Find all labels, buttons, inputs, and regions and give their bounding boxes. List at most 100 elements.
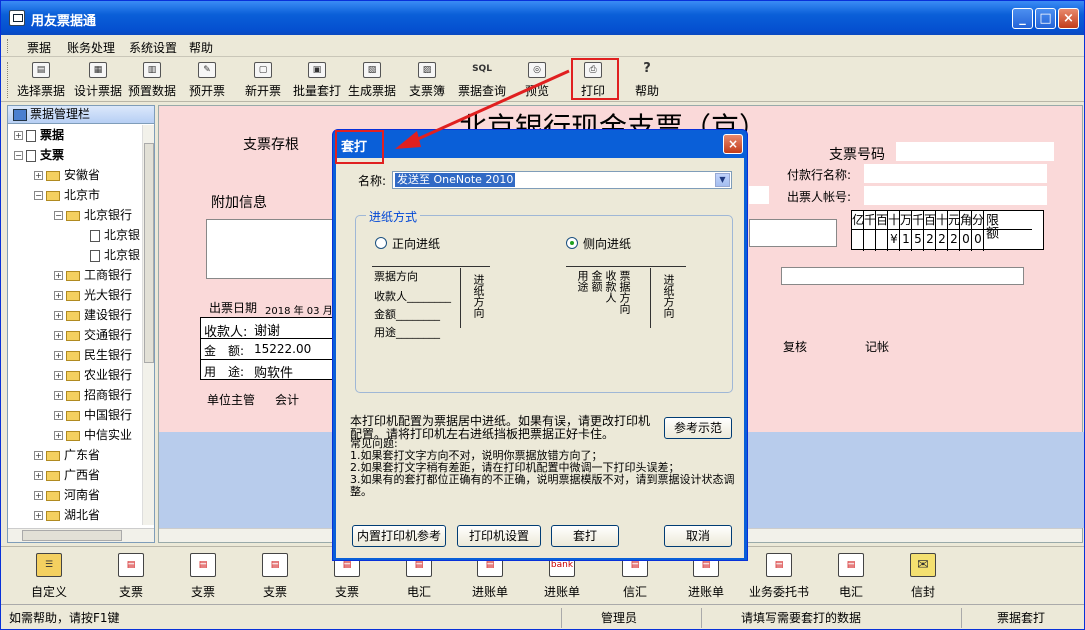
side-feed-diagram: 用途 金额 收款人 票据方向 进纸方向 — [566, 264, 686, 346]
status-user: 管理员 — [601, 611, 638, 625]
minimize-button[interactable]: _ — [1012, 8, 1033, 29]
cheque-icon: ▤ — [190, 553, 216, 577]
menu-help[interactable]: 帮助 — [189, 39, 213, 56]
cancel-button[interactable]: 取消 — [664, 525, 732, 547]
extra-info-label: 附加信息 — [211, 195, 267, 211]
front-feed-radio[interactable] — [375, 237, 387, 249]
batch-print-button[interactable]: ▣ 批量套打 — [293, 62, 341, 100]
help-button[interactable]: ? 帮助 — [635, 62, 659, 100]
menu-accounting[interactable]: 账务处理 — [67, 39, 115, 56]
payee-value: 谢谢 — [254, 324, 281, 339]
bill-manager-panel: 票据管理栏 + 票据 − 支票 + 安徽省 − 北京市 − 北京银行 北京银 北京银 + 工… — [7, 105, 155, 543]
title-bar: 用友票据通 _ □ × — [1, 1, 1084, 35]
faq-section: 常见问题: 1.如果套打文字方向不对，说明你票据放错方向了； 2.如果套打文字稍… — [350, 438, 735, 498]
help-icon: ? — [643, 61, 651, 76]
tree-vertical-scrollbar[interactable] — [142, 125, 154, 525]
amount-grid: 亿 千 百 十 万 千 百 十 元 角 分 ¥ 1 5 2 2 2 0 0 限额 — [851, 210, 1044, 251]
tree-item[interactable]: + 建设银行 — [54, 306, 132, 324]
tree-item[interactable]: − 北京银行 — [54, 206, 132, 224]
dialog-body: 名称: 发送至 OneNote 2010 ▼ 进纸方式 正向进纸 侧向进纸 票据… — [336, 158, 744, 558]
tree-item[interactable]: 北京银 — [90, 246, 140, 264]
bill-type-wire[interactable]: ▤ 电汇 — [838, 553, 864, 600]
entrust-icon: ▤ — [766, 553, 792, 577]
issue-date-value: 2018 年 03 月 — [265, 306, 333, 317]
stub-table: 收款人: 谢谢 金 额: 15222.00 用 途: 购软件 — [200, 317, 334, 381]
tree-item[interactable]: + 光大银行 — [54, 286, 132, 304]
dialog-close-button[interactable]: × — [723, 134, 743, 154]
bill-type-entrust[interactable]: ▤ 业务委托书 — [749, 553, 809, 600]
tree-item[interactable]: 北京银 — [90, 226, 140, 244]
front-feed-diagram: 票据方向 收款人________ 金额________ 用途________ 进… — [372, 264, 490, 346]
tree-item[interactable]: + 招商银行 — [54, 386, 132, 404]
select-bill-button[interactable]: ▤ 选择票据 — [17, 62, 65, 100]
printer-name-label: 名称: — [358, 174, 387, 188]
limit-label: 限额 — [983, 213, 998, 239]
date-field[interactable] — [749, 186, 769, 204]
side-feed-label[interactable]: 侧向进纸 — [583, 235, 631, 252]
amount-words-field[interactable] — [749, 219, 837, 247]
front-feed-label[interactable]: 正向进纸 — [392, 235, 440, 252]
tree-item[interactable]: + 湖北省 — [34, 506, 100, 524]
tree-item[interactable]: + 河南省 — [34, 486, 100, 504]
preset-data-icon: ▥ — [143, 62, 161, 78]
overprint-dialog: 套打 × 名称: 发送至 OneNote 2010 ▼ 进纸方式 正向进纸 侧向… — [332, 129, 748, 561]
cheque-icon: ▤ — [262, 553, 288, 577]
design-bill-button[interactable]: ▦ 设计票据 — [74, 62, 122, 100]
printer-settings-button[interactable]: 打印机设置 — [457, 525, 541, 547]
maximize-button[interactable]: □ — [1035, 8, 1056, 29]
feed-method-label: 进纸方式 — [366, 208, 421, 225]
status-hint: 请填写需要套打的数据 — [741, 611, 862, 625]
wire-icon: ▤ — [838, 553, 864, 577]
builtin-printer-ref-button[interactable]: 内置打印机参考 — [352, 525, 446, 547]
menu-bills[interactable]: 票据 — [27, 39, 51, 56]
reviewer-label: 复核 — [783, 340, 808, 354]
app-icon — [9, 10, 25, 26]
tree-item[interactable]: + 农业银行 — [54, 366, 132, 384]
overprint-button[interactable]: 套打 — [551, 525, 619, 547]
tree-item[interactable]: + 工商银行 — [54, 266, 132, 284]
purpose-right-field[interactable] — [781, 267, 1024, 285]
new-invoice-button[interactable]: ▢ 新开票 — [245, 62, 281, 100]
reference-demo-button[interactable]: 参考示范 — [664, 417, 732, 439]
stub-label: 支票存根 — [243, 137, 299, 153]
tree-item[interactable]: + 民生银行 — [54, 346, 132, 364]
feed-method-group: 进纸方式 正向进纸 侧向进纸 票据方向 收款人________ 金额______… — [355, 208, 733, 393]
pre-invoice-button[interactable]: ✎ 预开票 — [189, 62, 225, 100]
tree-item[interactable]: + 广东省 — [34, 446, 100, 464]
printer-select[interactable]: 发送至 OneNote 2010 ▼ — [392, 171, 732, 189]
tree-item[interactable]: − 支票 — [14, 146, 64, 164]
bill-type-cheque[interactable]: ▤ 支票 — [262, 553, 288, 600]
tree-item[interactable]: + 广西省 — [34, 466, 100, 484]
folder-open-icon: ▤ — [32, 62, 50, 78]
tree-item[interactable]: − 北京市 — [34, 186, 100, 204]
menu-settings[interactable]: 系统设置 — [129, 39, 177, 56]
bill-type-envelope[interactable]: ✉ 信封 — [910, 553, 936, 600]
drawer-account-field[interactable] — [864, 186, 1047, 205]
tree-item[interactable]: + 票据 — [14, 126, 64, 144]
tree-item[interactable]: + 中国银行 — [54, 406, 132, 424]
side-feed-radio[interactable] — [566, 237, 578, 249]
close-button[interactable]: × — [1058, 8, 1079, 29]
bill-type-cheque[interactable]: ▤ 支票 — [190, 553, 216, 600]
tree-item[interactable]: + 安徽省 — [34, 166, 100, 184]
bill-type-custom[interactable]: ☰ 自定义 — [31, 553, 67, 600]
tree-item[interactable]: + 交通银行 — [54, 326, 132, 344]
faq-item-3: 3.如果有的套打都位正确有的不正确，说明票据模版不对，请到票据设计状态调整。 — [350, 473, 735, 498]
tree-horizontal-scrollbar[interactable] — [8, 528, 154, 542]
pre-invoice-icon: ✎ — [198, 62, 216, 78]
tree-item[interactable]: + 中信实业 — [54, 426, 132, 444]
extra-info-field[interactable] — [206, 219, 334, 279]
preset-data-button[interactable]: ▥ 预置数据 — [128, 62, 176, 100]
custom-icon: ☰ — [36, 553, 62, 577]
amount-label: 金 额: — [204, 344, 245, 358]
menu-bar: 票据 账务处理 系统设置 帮助 — [1, 35, 1084, 57]
bill-type-cheque[interactable]: ▤ 支票 — [118, 553, 144, 600]
cheque-number-field[interactable] — [896, 142, 1054, 161]
callout-arrow — [395, 69, 570, 149]
dialog-title-highlight — [335, 130, 384, 164]
amount-value: 15222.00 — [254, 342, 312, 356]
purpose-value: 购软件 — [254, 366, 294, 381]
status-mode: 票据套打 — [997, 611, 1046, 625]
payer-bank-field[interactable] — [864, 164, 1047, 183]
status-help: 如需帮助，请按F1键 — [9, 611, 120, 625]
